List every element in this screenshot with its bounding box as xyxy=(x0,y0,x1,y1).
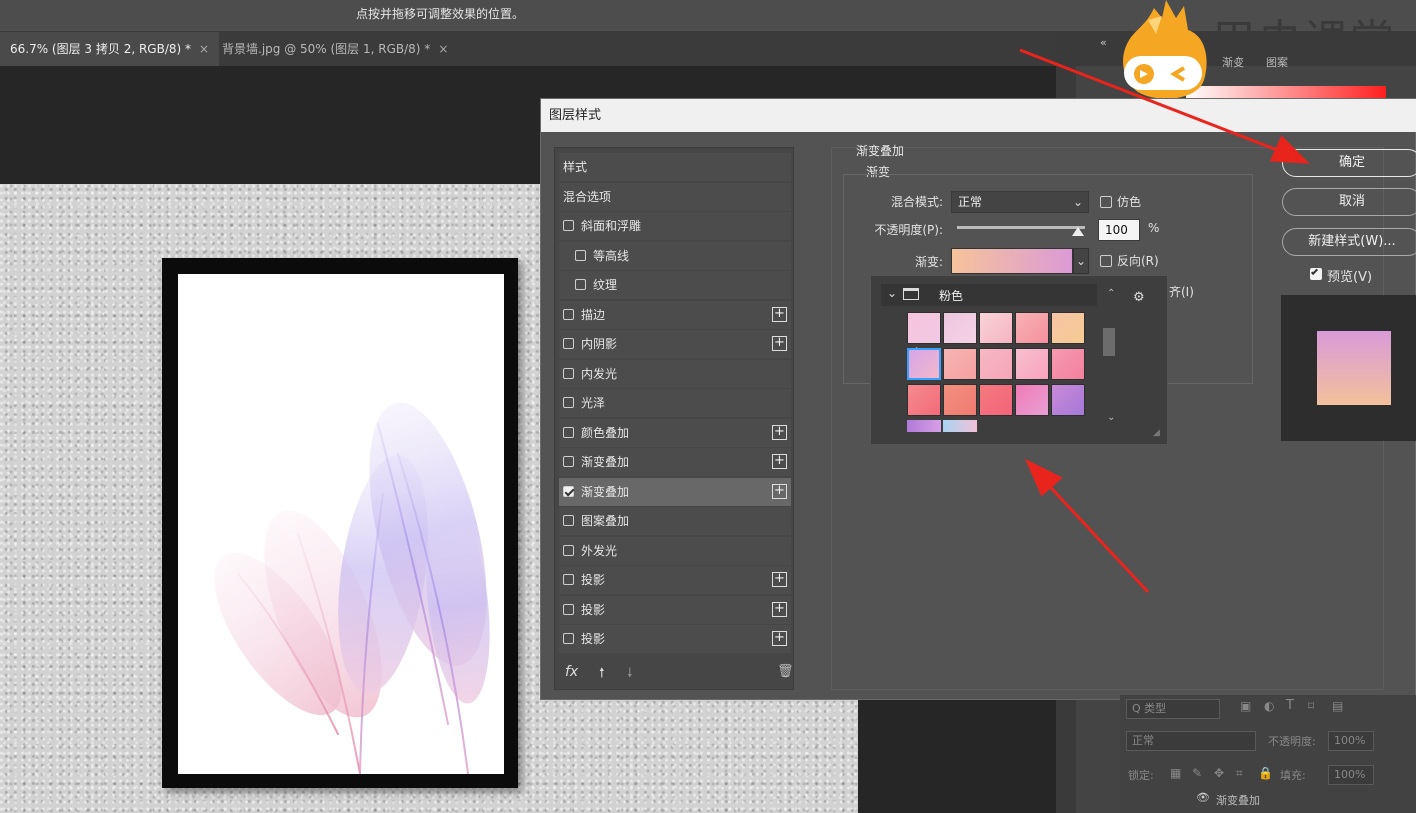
arrow-to-ok-head xyxy=(1269,135,1310,164)
arrow-to-swatch-head xyxy=(1024,458,1063,497)
arrow-to-ok-line xyxy=(1019,48,1291,157)
annotation-arrows xyxy=(1019,48,1310,594)
arrow-to-swatch-line xyxy=(1038,474,1150,594)
